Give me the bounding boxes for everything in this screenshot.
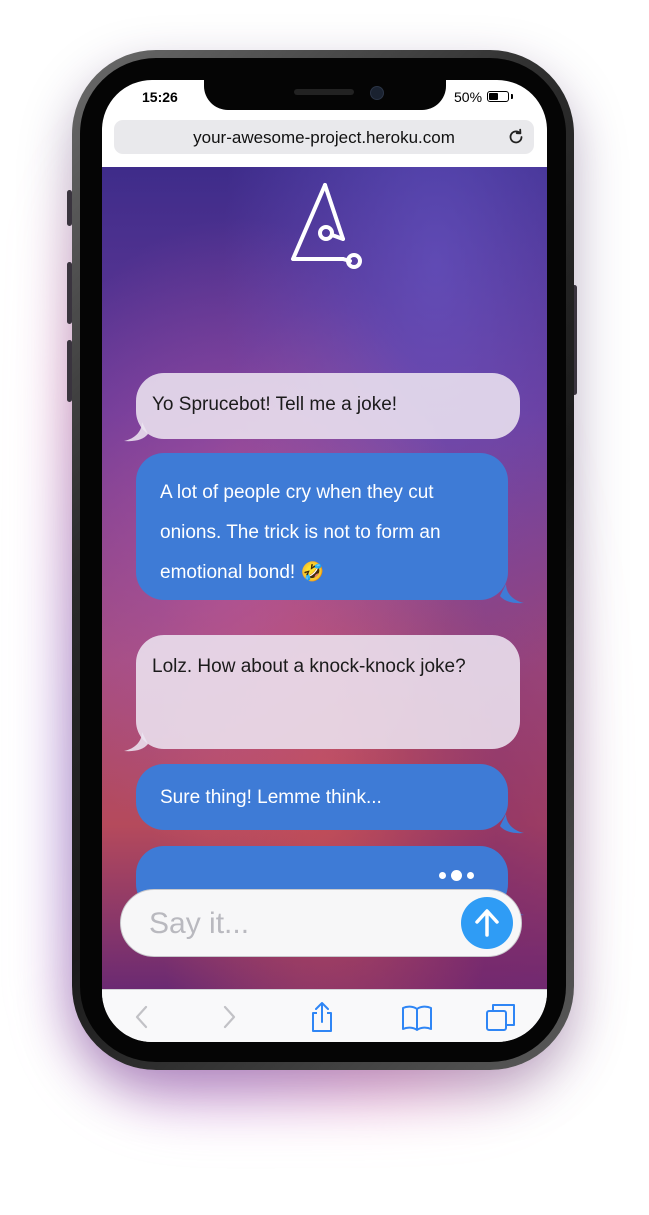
battery-icon xyxy=(487,91,513,102)
tabs-icon xyxy=(486,1004,515,1031)
battery-percentage: 50% xyxy=(454,89,483,105)
message-text: A lot of people cry when they cut onions… xyxy=(160,482,441,583)
earpiece-speaker xyxy=(294,89,354,95)
share-icon xyxy=(312,1002,332,1032)
typing-dot xyxy=(467,872,474,879)
send-button[interactable] xyxy=(461,897,513,949)
sprucebot-logo-icon xyxy=(291,183,362,269)
arrow-up-icon xyxy=(475,909,499,937)
message-text: Sure thing! Lemme think... xyxy=(160,787,382,808)
chat-view: Yo Sprucebot! Tell me a joke! A lot of p… xyxy=(102,167,547,989)
typing-dot xyxy=(439,872,446,879)
typing-indicator xyxy=(439,870,474,881)
front-camera xyxy=(370,86,384,100)
user-message: Lolz. How about a knock-knock joke? xyxy=(136,635,520,749)
message-text: Lolz. How about a knock-knock joke? xyxy=(152,656,466,677)
back-icon xyxy=(135,1005,148,1029)
back-button[interactable] xyxy=(126,1000,160,1034)
bookmarks-icon xyxy=(402,1005,432,1031)
url-text[interactable]: your-awesome-project.heroku.com xyxy=(114,128,534,148)
status-time: 15:26 xyxy=(142,89,178,105)
typing-dot xyxy=(451,870,462,881)
phone-notch xyxy=(204,80,446,110)
tabs-button[interactable] xyxy=(484,1000,518,1034)
reload-icon[interactable] xyxy=(506,127,526,147)
bot-message: Sure thing! Lemme think... xyxy=(136,764,508,830)
message-input[interactable] xyxy=(147,904,441,944)
browser-toolbar xyxy=(102,989,547,1042)
bookmarks-button[interactable] xyxy=(400,1000,434,1034)
phone-mockup: 15:26 50% your-awesome-project.heroku.co… xyxy=(0,0,649,1215)
share-button[interactable] xyxy=(305,1000,339,1034)
message-text: Yo Sprucebot! Tell me a joke! xyxy=(152,394,398,415)
phone-screen: 15:26 50% your-awesome-project.heroku.co… xyxy=(102,80,547,1042)
user-message: Yo Sprucebot! Tell me a joke! xyxy=(136,373,520,439)
forward-icon xyxy=(223,1005,236,1029)
bot-message: A lot of people cry when they cut onions… xyxy=(136,453,508,600)
message-composer xyxy=(120,889,522,957)
forward-button[interactable] xyxy=(212,1000,246,1034)
address-bar[interactable]: your-awesome-project.heroku.com xyxy=(114,120,534,154)
